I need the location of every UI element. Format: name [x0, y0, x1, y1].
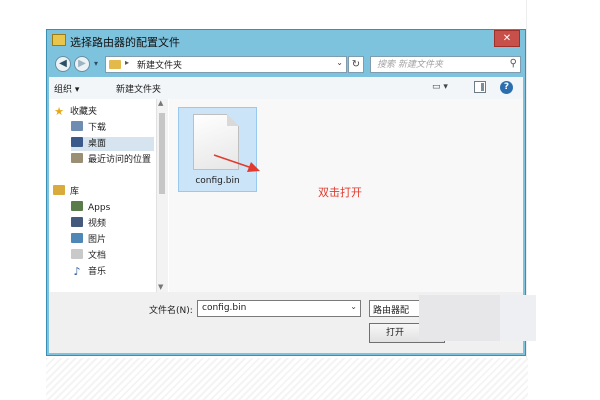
scroll-down-icon[interactable]: ▼ [158, 283, 163, 291]
nav-documents[interactable]: 文档 [71, 249, 106, 263]
filename-label: 文件名(N): [149, 306, 193, 316]
app-icon [52, 34, 66, 46]
double-click-annotation: 双击打开 [318, 186, 362, 199]
help-icon[interactable]: ? [500, 81, 513, 94]
breadcrumb-folder[interactable]: 新建文件夹 [137, 58, 182, 71]
redaction-block [419, 295, 503, 341]
search-input[interactable] [371, 57, 505, 72]
nav-item-label: 下载 [88, 123, 107, 133]
nav-pictures[interactable]: 图片 [71, 233, 106, 247]
scrollbar-thumb[interactable] [159, 113, 165, 194]
search-box[interactable]: ⚲ [370, 56, 521, 73]
dialog-title: 选择路由器的配置文件 [70, 36, 180, 49]
navigation-pane: ★ 收藏夹 下载 桌面 最近访问的位置 库 Apps 视频 图片 文档 ♪ 音乐… [49, 99, 168, 292]
nav-item-label: 桌面 [88, 139, 107, 149]
page-hatch-pattern [46, 358, 528, 400]
close-button[interactable]: ✕ [494, 30, 520, 47]
nav-favorites[interactable]: ★ 收藏夹 [53, 105, 97, 119]
preview-pane-icon[interactable] [474, 81, 486, 93]
scroll-up-icon[interactable]: ▲ [158, 99, 163, 107]
nav-item-label: 最近访问的位置 [88, 155, 152, 165]
nav-item-label: 视频 [88, 219, 107, 229]
annotation-arrow-icon [213, 154, 260, 172]
documents-icon [71, 249, 83, 259]
folder-icon [109, 60, 121, 69]
nav-recent-places[interactable]: 最近访问的位置 [71, 153, 151, 167]
filename-value: config.bin [202, 303, 247, 313]
filename-dropdown-chevron-icon[interactable]: ⌄ [350, 302, 357, 311]
nav-item-label: Apps [88, 203, 111, 213]
address-row: ◀ ▶ ▾ ▸ 新建文件夹 ⌄ ↻ ⚲ [47, 52, 525, 77]
download-icon [71, 121, 83, 131]
refresh-icon[interactable]: ↻ [348, 56, 364, 73]
page-right-margin [526, 0, 600, 400]
apps-icon [71, 201, 83, 211]
title-bar[interactable]: 选择路由器的配置文件 ✕ [47, 30, 525, 52]
nav-item-label: 图片 [88, 235, 107, 245]
nav-desktop[interactable]: 桌面 [71, 137, 154, 151]
address-dropdown-chevron-icon[interactable]: ⌄ [336, 58, 343, 67]
address-bar[interactable]: ▸ 新建文件夹 ⌄ [105, 56, 347, 73]
desktop-icon [71, 137, 83, 147]
command-toolbar: 组织 ▾ 新建文件夹 ▭ ▾ ? [49, 77, 523, 100]
search-icon[interactable]: ⚲ [510, 58, 517, 69]
recent-locations-chevron-icon[interactable]: ▾ [94, 59, 98, 68]
nav-videos[interactable]: 视频 [71, 217, 106, 231]
breadcrumb-separator-icon[interactable]: ▸ [125, 58, 129, 67]
nav-item-label: 库 [70, 187, 80, 197]
forward-arrow-icon[interactable]: ▶ [74, 56, 90, 72]
new-folder-button[interactable]: 新建文件夹 [116, 82, 161, 95]
nav-libraries[interactable]: 库 [53, 185, 79, 199]
star-icon: ★ [54, 105, 64, 118]
nav-downloads[interactable]: 下载 [71, 121, 106, 135]
back-arrow-icon[interactable]: ◀ [55, 56, 71, 72]
nav-item-label: 收藏夹 [70, 107, 98, 117]
recent-places-icon [71, 153, 83, 163]
nav-music[interactable]: ♪ 音乐 [71, 265, 106, 279]
music-icon: ♪ [73, 265, 81, 278]
nav-apps[interactable]: Apps [71, 201, 110, 215]
pictures-icon [71, 233, 83, 243]
browser-content: ★ 收藏夹 下载 桌面 最近访问的位置 库 Apps 视频 图片 文档 ♪ 音乐… [49, 99, 523, 292]
filename-input[interactable]: config.bin ⌄ [197, 300, 361, 317]
nav-item-label: 文档 [88, 251, 107, 261]
view-options-icon[interactable]: ▭ ▾ [432, 82, 448, 92]
library-icon [53, 185, 65, 195]
nav-item-label: 音乐 [88, 267, 107, 277]
video-icon [71, 217, 83, 227]
nav-scrollbar[interactable]: ▲ ▼ [156, 99, 168, 292]
organize-button[interactable]: 组织 ▾ [54, 82, 79, 95]
redaction-block [500, 295, 536, 341]
file-type-value: 路由器配 [373, 306, 410, 316]
